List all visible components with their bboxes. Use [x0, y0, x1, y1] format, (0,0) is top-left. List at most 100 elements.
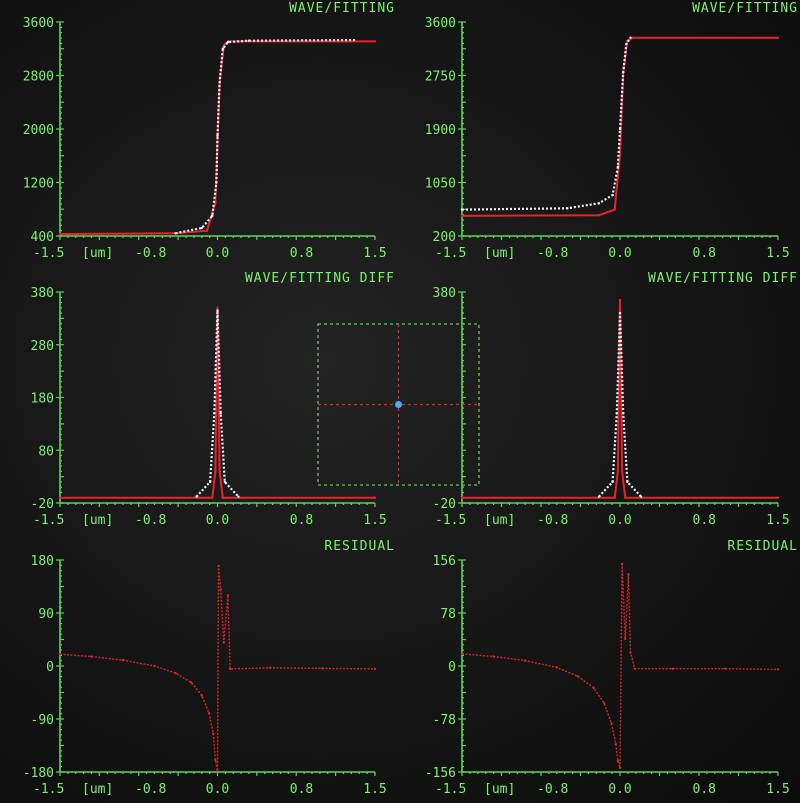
series-residual-point [627, 573, 630, 576]
series-wave-point [213, 412, 216, 415]
x-tick-label: 1.5 [766, 246, 789, 261]
x-tick-label: -1.5 [33, 246, 64, 261]
series-wave-point [221, 47, 224, 50]
chart-panels: WAVE/FITTING3600280020001200400-1.5 -0.8 0… [23, 1, 798, 797]
series-residual-point [555, 666, 558, 669]
series-wave-point [597, 495, 601, 498]
chart-title: WAVE/FITTING [692, 1, 798, 16]
series-residual-point [207, 711, 211, 715]
y-tick-label: -78 [433, 713, 456, 728]
series-wave-point [618, 127, 622, 131]
series-fit-point [460, 496, 464, 499]
y-tick-label: 1050 [425, 177, 456, 192]
x-tick-label: 1.5 [363, 782, 386, 797]
chart-wave-left: WAVE/FITTING 3600 2800 2000 1200 400-1.5 -0.8 0… [23, 1, 395, 261]
series-residual-point [200, 694, 203, 697]
series-residual-point [524, 659, 527, 662]
series-residual-point [174, 671, 177, 675]
series-fit-point [218, 470, 221, 473]
y-tick-label: 156 [433, 554, 456, 569]
series-fit-point [613, 208, 616, 211]
y-tick-label: 0 [448, 660, 456, 675]
x-tick-label: -1.5 [33, 513, 64, 528]
series-wave-point [621, 71, 625, 74]
y-tick-label: 1900 [425, 123, 456, 138]
series-residual-point [58, 653, 62, 656]
series-fit-point [776, 496, 780, 499]
series-wave-line [175, 39, 355, 235]
y-tick-label: 78 [440, 607, 456, 622]
crosshair-marker [395, 401, 402, 408]
series-residual-point [603, 702, 606, 705]
chart-title: WAVE/FITTING DIFF [648, 271, 798, 286]
y-tick-label: -180 [23, 766, 54, 781]
series-wave-point [215, 181, 218, 184]
series-wave-point [208, 480, 212, 484]
x-tick-label: 0.0 [608, 782, 631, 797]
series-fit-point [211, 496, 214, 499]
series-wave-point [247, 39, 251, 42]
series-fit-point [597, 214, 601, 217]
series-wave-point [200, 226, 203, 230]
x-tick-label: 1.5 [766, 782, 789, 797]
series-wave-point [597, 202, 601, 205]
series-residual-line [59, 565, 376, 771]
series-wave-point [195, 495, 198, 498]
x-tick-label: -0.8 [135, 513, 166, 528]
chart-title: WAVE/FITTING DIFF [245, 271, 395, 286]
series-residual-point [190, 681, 193, 684]
series-fit-point [373, 40, 377, 43]
series-residual-point [90, 655, 93, 658]
series-wave-line [461, 37, 632, 211]
x-tick-label: -0.8 [135, 782, 166, 797]
y-tick-label: -20 [433, 497, 456, 512]
y-tick-label: 400 [31, 230, 54, 245]
x-tick-label: 0.8 [290, 246, 313, 261]
series-residual-point [222, 641, 225, 644]
y-tick-label: 180 [31, 392, 54, 407]
series-residual-point [614, 742, 617, 746]
series-residual-point [228, 667, 232, 671]
y-tick-label: 2750 [425, 70, 456, 85]
chart-diff-left: WAVE/FITTING DIFF 380 280 180 80 -20-1.5 -0.8 0… [31, 271, 395, 528]
series-fit-point [214, 470, 217, 473]
x-tick-label: 0.0 [206, 246, 229, 261]
chart-title: RESIDUAL [324, 539, 395, 554]
series-wave-point [226, 40, 230, 44]
x-tick-label: 0.0 [608, 513, 631, 528]
x-tick-label: -1.5 [435, 782, 466, 797]
series-fit-point [221, 496, 224, 499]
series-residual-point [724, 667, 727, 670]
series-wave-point [219, 412, 222, 415]
x-unit-label: [um] [484, 782, 515, 797]
x-unit-label: [um] [82, 246, 113, 261]
x-tick-label: 0.8 [290, 513, 313, 528]
series-fit-point [631, 36, 634, 39]
y-tick-label: 200 [433, 230, 456, 245]
series-fit-line [461, 36, 778, 217]
series-wave-point [629, 36, 632, 39]
series-wave-point [618, 311, 622, 315]
y-tick-label: 3600 [425, 16, 456, 31]
x-tick-label: 0.8 [693, 782, 716, 797]
series-residual-point [616, 759, 620, 763]
series-residual-point [624, 637, 627, 641]
chart-title: WAVE/FITTING [289, 1, 395, 16]
series-wave-point [216, 309, 219, 312]
y-tick-label: 2000 [23, 123, 54, 138]
series-residual-point [776, 668, 780, 671]
series-fit-point [613, 496, 616, 499]
series-wave-point [460, 208, 464, 211]
series-residual-point [216, 769, 219, 773]
series-wave-point [611, 193, 614, 197]
x-tick-label: 0.8 [290, 782, 313, 797]
series-wave-point [174, 232, 177, 235]
series-wave-point [616, 165, 620, 168]
x-tick-label: -0.8 [537, 246, 568, 261]
crosshair-target-icon[interactable] [317, 323, 480, 486]
y-tick-label: -156 [425, 766, 456, 781]
series-residual-point [618, 766, 622, 770]
series-residual-point [268, 666, 272, 669]
series-residual-point [460, 652, 464, 655]
chart-residual-right: RESIDUAL 156 78 0 -78 -156-1.5 -0.8 0.0 0.8 1.5 [u… [425, 539, 797, 797]
